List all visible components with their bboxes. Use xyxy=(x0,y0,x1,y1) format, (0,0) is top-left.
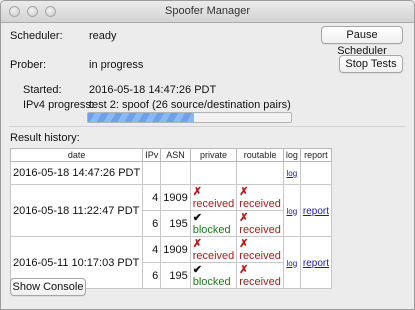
result-ipv: 4 xyxy=(142,236,162,263)
table-row: 2016-05-11 10:17:03 PDT 4 1909 ✗ receive… xyxy=(9,236,333,289)
check-icon: ✔ xyxy=(192,264,202,276)
prober-status: in progress xyxy=(89,59,144,71)
result-ipv: 4 xyxy=(142,184,162,211)
show-console-button[interactable]: Show Console xyxy=(10,278,86,296)
result-private: ✗ received xyxy=(189,236,238,263)
cross-icon: ✗ xyxy=(239,264,249,276)
result-routable: ✗ received xyxy=(236,210,284,237)
result-report-cell: report xyxy=(299,236,333,289)
result-history-table: date IPv ASN private routable log report… xyxy=(9,148,333,289)
private-status: received xyxy=(192,198,235,210)
table-row: 2016-05-18 11:22:47 PDT 4 1909 ✗ receive… xyxy=(9,184,333,237)
log-link[interactable]: log xyxy=(287,169,298,178)
column-header-asn: ASN xyxy=(160,148,191,162)
result-report-cell xyxy=(299,161,333,185)
result-asn: 195 xyxy=(160,262,191,289)
result-private: ✔ blocked xyxy=(189,262,238,289)
scheduler-status: ready xyxy=(89,30,117,42)
routable-status: received xyxy=(239,276,281,288)
prober-label: Prober: xyxy=(10,59,47,71)
result-routable: ✗ received xyxy=(236,236,284,263)
result-report-cell: report xyxy=(299,184,333,237)
result-routable: ✗ received xyxy=(236,184,284,211)
result-private xyxy=(189,161,238,185)
result-ipv: 6 xyxy=(142,262,162,289)
cross-icon: ✗ xyxy=(239,186,249,198)
result-history-label: Result history: xyxy=(10,132,80,144)
column-header-log: log xyxy=(282,148,301,162)
cross-icon: ✗ xyxy=(239,212,249,224)
result-date: 2016-05-18 11:22:47 PDT xyxy=(9,184,144,237)
column-header-date: date xyxy=(9,148,144,162)
result-asn: 1909 xyxy=(160,184,191,211)
report-link[interactable]: report xyxy=(303,206,329,217)
cross-icon: ✗ xyxy=(192,186,202,198)
spoofer-manager-window: Spoofer Manager Scheduler: ready Pause S… xyxy=(0,0,415,310)
ipv4-progress-bar xyxy=(87,112,292,123)
cross-icon: ✗ xyxy=(239,238,249,250)
result-ipv xyxy=(142,161,162,185)
started-value: 2016-05-18 14:47:26 PDT xyxy=(89,84,217,96)
column-header-private: private xyxy=(189,148,238,162)
result-asn: 195 xyxy=(160,210,191,237)
stop-tests-button[interactable]: Stop Tests xyxy=(339,55,403,73)
table-header-row: date IPv ASN private routable log report xyxy=(9,148,333,162)
log-link[interactable]: log xyxy=(287,259,298,268)
ipv4-progress-fill xyxy=(88,113,194,122)
column-header-ipv: IPv xyxy=(142,148,162,162)
title-bar: Spoofer Manager xyxy=(1,1,414,23)
report-link[interactable]: report xyxy=(303,258,329,269)
cross-icon: ✗ xyxy=(192,238,202,250)
started-label: Started: xyxy=(23,84,62,96)
private-status: blocked xyxy=(192,276,231,288)
ipv4-progress-value: test 2: spoof (26 source/destination pai… xyxy=(89,99,291,111)
check-icon: ✔ xyxy=(192,212,202,224)
ipv4-progress-label: IPv4 progress: xyxy=(23,99,94,111)
separator xyxy=(9,126,406,127)
result-asn: 1909 xyxy=(160,236,191,263)
result-ipv: 6 xyxy=(142,210,162,237)
column-header-report: report xyxy=(299,148,333,162)
result-log-cell: log xyxy=(282,184,301,237)
routable-status: received xyxy=(239,198,281,210)
pause-scheduler-button[interactable]: Pause Scheduler xyxy=(321,26,403,57)
result-private: ✗ received xyxy=(189,184,238,211)
result-log-cell: log xyxy=(282,161,301,185)
result-log-cell: log xyxy=(282,236,301,289)
result-private: ✔ blocked xyxy=(189,210,238,237)
routable-status: received xyxy=(239,250,281,262)
scheduler-label: Scheduler: xyxy=(10,30,63,42)
result-date: 2016-05-18 14:47:26 PDT xyxy=(9,161,144,185)
log-link[interactable]: log xyxy=(287,207,298,216)
result-routable xyxy=(236,161,284,185)
result-routable: ✗ received xyxy=(236,262,284,289)
table-row: 2016-05-18 14:47:26 PDT log xyxy=(9,161,333,185)
column-header-routable: routable xyxy=(236,148,284,162)
window-title: Spoofer Manager xyxy=(165,5,250,17)
routable-status: received xyxy=(239,224,281,236)
private-status: blocked xyxy=(192,224,231,236)
private-status: received xyxy=(192,250,235,262)
result-asn xyxy=(160,161,191,185)
